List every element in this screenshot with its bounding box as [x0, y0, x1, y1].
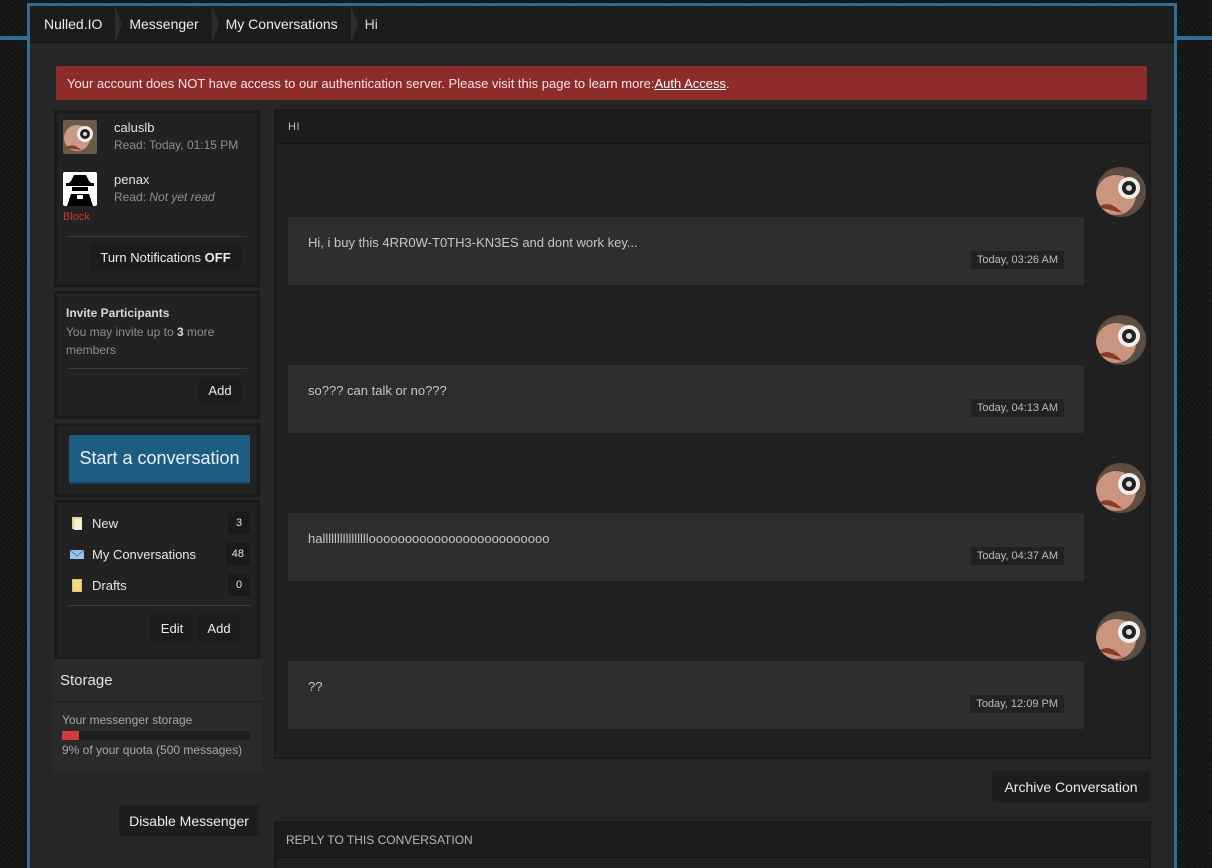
message-text: halllllllllllllllloooooooooooooooooooooo… — [308, 531, 550, 546]
folder-label: Drafts — [92, 577, 127, 593]
divider — [67, 236, 247, 237]
auth-warning-alert: Your account does NOT have access to our… — [56, 66, 1147, 100]
folder-new[interactable]: New 3 — [70, 511, 250, 535]
page-container: Nulled.IO Messenger My Conversations Hi … — [27, 3, 1177, 868]
avatar[interactable] — [63, 120, 97, 154]
avatar[interactable] — [1096, 167, 1146, 217]
divider — [67, 605, 251, 606]
storage-quota-text: 9% of your quota (500 messages) — [62, 743, 243, 757]
alert-end: . — [726, 75, 730, 91]
breadcrumb-current: Hi — [364, 16, 378, 32]
drafts-folder-icon — [70, 578, 84, 592]
folder-count: 3 — [228, 512, 250, 534]
storage-title: Storage — [52, 659, 262, 702]
invite-panel: Invite Participants You may invite up to… — [54, 291, 260, 419]
header-accent-left — [0, 36, 30, 40]
block-user-link[interactable]: Block — [63, 211, 90, 223]
avatar[interactable] — [1096, 611, 1146, 661]
avatar[interactable] — [1096, 463, 1146, 513]
message-timestamp[interactable]: Today, 12:09 PM — [970, 695, 1064, 713]
message-text: ?? — [308, 679, 323, 694]
conversation-panel: HI Hi, i buy this 4RR0W-T0TH3-KN3ES and … — [274, 109, 1151, 759]
folder-count: 0 — [228, 574, 250, 596]
folder-my-conversations[interactable]: My Conversations 48 — [69, 542, 250, 566]
folder-label: New — [92, 515, 119, 531]
participant-penax: penax Read: Not yet read — [63, 172, 215, 206]
divider — [67, 368, 247, 369]
storage-panel: Storage Your messenger storage 9% of you… — [52, 659, 262, 773]
invite-add-button[interactable]: Add — [199, 377, 241, 403]
participant-name[interactable]: caluslb — [114, 120, 238, 135]
message-timestamp[interactable]: Today, 03:26 AM — [970, 251, 1064, 269]
folder-drafts[interactable]: Drafts 0 — [70, 573, 250, 597]
message-text: so??? can talk or no??? — [308, 383, 447, 398]
edit-folders-button[interactable]: Edit — [151, 615, 193, 641]
alert-text: Your account does NOT have access to our… — [67, 75, 655, 91]
auth-access-link[interactable]: Auth Access — [655, 76, 727, 91]
disable-messenger-button[interactable]: Disable Messenger — [119, 805, 259, 836]
new-folder-icon — [70, 516, 84, 530]
add-folder-button[interactable]: Add — [198, 615, 240, 641]
storage-description: Your messenger storage — [62, 713, 193, 727]
invite-title: Invite Participants — [66, 306, 170, 320]
breadcrumb-home[interactable]: Nulled.IO — [30, 5, 123, 43]
participant-read-status: Read: Today, 01:15 PM — [114, 138, 239, 152]
archive-conversation-button[interactable]: Archive Conversation — [992, 771, 1150, 802]
conversation-title: HI — [276, 111, 1149, 144]
message-text: Hi, i buy this 4RR0W-T0TH3-KN3ES and don… — [308, 235, 638, 250]
start-conversation-button[interactable]: Start a conversation — [69, 435, 250, 484]
invite-description: You may invite up to 3 more members — [66, 325, 215, 357]
breadcrumb-my-conversations[interactable]: My Conversations — [212, 5, 358, 43]
breadcrumb-messenger[interactable]: Messenger — [115, 5, 219, 43]
message-bubble: ?? Today, 12:09 PM — [288, 661, 1084, 729]
header-accent-right — [1174, 36, 1212, 40]
message-timestamp[interactable]: Today, 04:37 AM — [970, 547, 1064, 565]
participant-name[interactable]: penax — [114, 172, 215, 187]
folder-count: 48 — [225, 543, 250, 565]
message-bubble: so??? can talk or no??? Today, 04:13 AM — [288, 365, 1084, 433]
storage-quota-bar — [62, 731, 250, 740]
reply-title: REPLY TO THIS CONVERSATION — [276, 823, 1149, 858]
message-bubble: halllllllllllllllloooooooooooooooooooooo… — [288, 513, 1084, 581]
envelope-icon — [69, 547, 85, 561]
avatar[interactable] — [63, 172, 97, 206]
participants-panel: caluslb Read: Today, 01:15 PM penax Read… — [54, 110, 260, 287]
avatar[interactable] — [1096, 315, 1146, 365]
reply-panel: REPLY TO THIS CONVERSATION — [274, 821, 1151, 868]
breadcrumb: Nulled.IO Messenger My Conversations Hi — [30, 5, 1174, 43]
participant-caluslb: caluslb Read: Today, 01:15 PM — [63, 120, 238, 154]
message-timestamp[interactable]: Today, 04:13 AM — [970, 399, 1064, 417]
storage-quota-fill — [62, 731, 79, 740]
folder-label: My Conversations — [92, 546, 197, 562]
participant-read-status: Read: Not yet read — [114, 190, 215, 204]
message-bubble: Hi, i buy this 4RR0W-T0TH3-KN3ES and don… — [288, 217, 1084, 285]
toggle-notifications-button[interactable]: Turn Notifications OFF — [90, 243, 241, 271]
